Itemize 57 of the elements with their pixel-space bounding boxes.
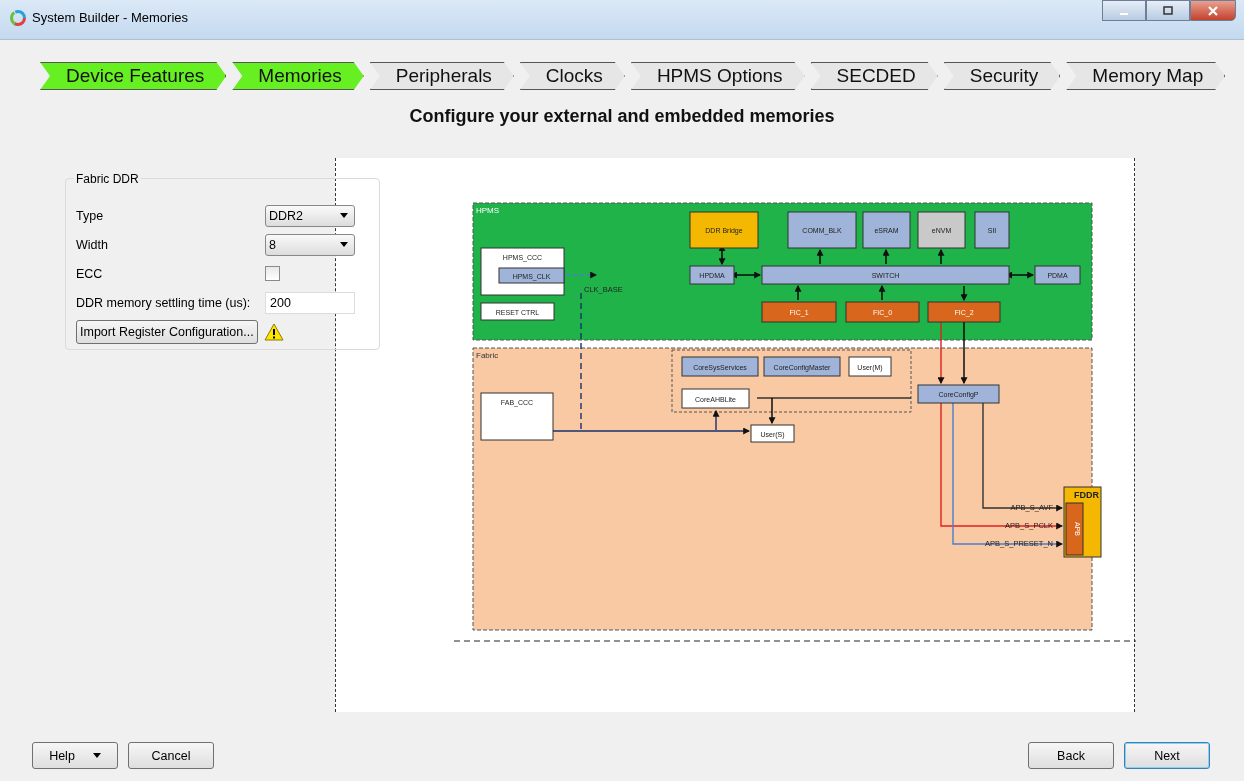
wizard-step-tab[interactable]: HPMS Options (630, 62, 805, 90)
width-dropdown[interactable]: 8 (265, 233, 355, 256)
wizard-step-tab[interactable]: SECDED (810, 62, 938, 90)
diagram-block (750, 424, 795, 443)
diagram-block (787, 211, 857, 249)
settling-time-label: DDR memory settling time (us): (76, 295, 251, 310)
diagram-block (917, 211, 966, 249)
connector-arrow (794, 284, 802, 301)
caret-icon (92, 753, 101, 758)
next-button[interactable]: Next (1124, 742, 1210, 769)
close-button[interactable] (1190, 0, 1236, 21)
ecc-checkbox[interactable] (265, 266, 280, 281)
connector-arrow (878, 284, 886, 301)
minimize-button[interactable] (1102, 0, 1146, 21)
caret-icon (340, 242, 348, 247)
wizard-step-tab[interactable]: Device Features (40, 62, 227, 90)
wizard-step-tab[interactable]: Memories (232, 62, 364, 90)
window-title: System Builder - Memories (32, 10, 189, 25)
diagram-block (1034, 265, 1081, 285)
wizard-step-tab[interactable]: Security (943, 62, 1061, 90)
diagram-block (974, 211, 1010, 249)
help-button[interactable]: Help (32, 742, 118, 769)
connector-arrow (937, 248, 945, 265)
connector-arrow (565, 271, 598, 279)
diagram-block (862, 211, 911, 249)
maximize-button[interactable] (1146, 0, 1190, 21)
close-icon (1207, 5, 1219, 16)
region-label: Fabric (476, 351, 499, 360)
connector-arrow (960, 321, 968, 385)
maximize-icon (1162, 5, 1174, 16)
type-dropdown[interactable]: DDR2 (265, 204, 355, 227)
ecc-label: ECC (76, 266, 103, 281)
app-logo-icon (10, 10, 26, 26)
type-label: Type (76, 208, 104, 223)
connector-arrow (816, 248, 824, 265)
block-label: FDDR (1074, 490, 1099, 500)
connector-arrow (937, 321, 945, 385)
cancel-button[interactable]: Cancel (128, 742, 214, 769)
group-title: Fabric DDR (74, 172, 141, 186)
caret-icon (340, 213, 348, 218)
region-label: HPMS (476, 206, 500, 215)
minimize-icon (1120, 12, 1128, 15)
wizard-step-tab[interactable]: Memory Map (1066, 62, 1226, 90)
diagram-block (681, 388, 750, 409)
diagram-block (689, 265, 735, 285)
back-button[interactable]: Back (1028, 742, 1114, 769)
width-label: Width (76, 237, 108, 252)
import-register-button[interactable]: Import Register Configuration... (76, 320, 258, 344)
wizard-step-tab[interactable]: Clocks (519, 62, 625, 90)
wizard-step-tab[interactable]: Peripherals (369, 62, 514, 90)
diagram-block (689, 211, 759, 249)
diagram-block (848, 356, 892, 377)
settling-time-input[interactable]: 200 (265, 291, 355, 314)
connector-arrow (960, 285, 968, 302)
page-heading: Configure your external and embedded memories (408, 106, 836, 128)
warning-icon (263, 323, 284, 341)
connector-arrow (882, 248, 890, 265)
